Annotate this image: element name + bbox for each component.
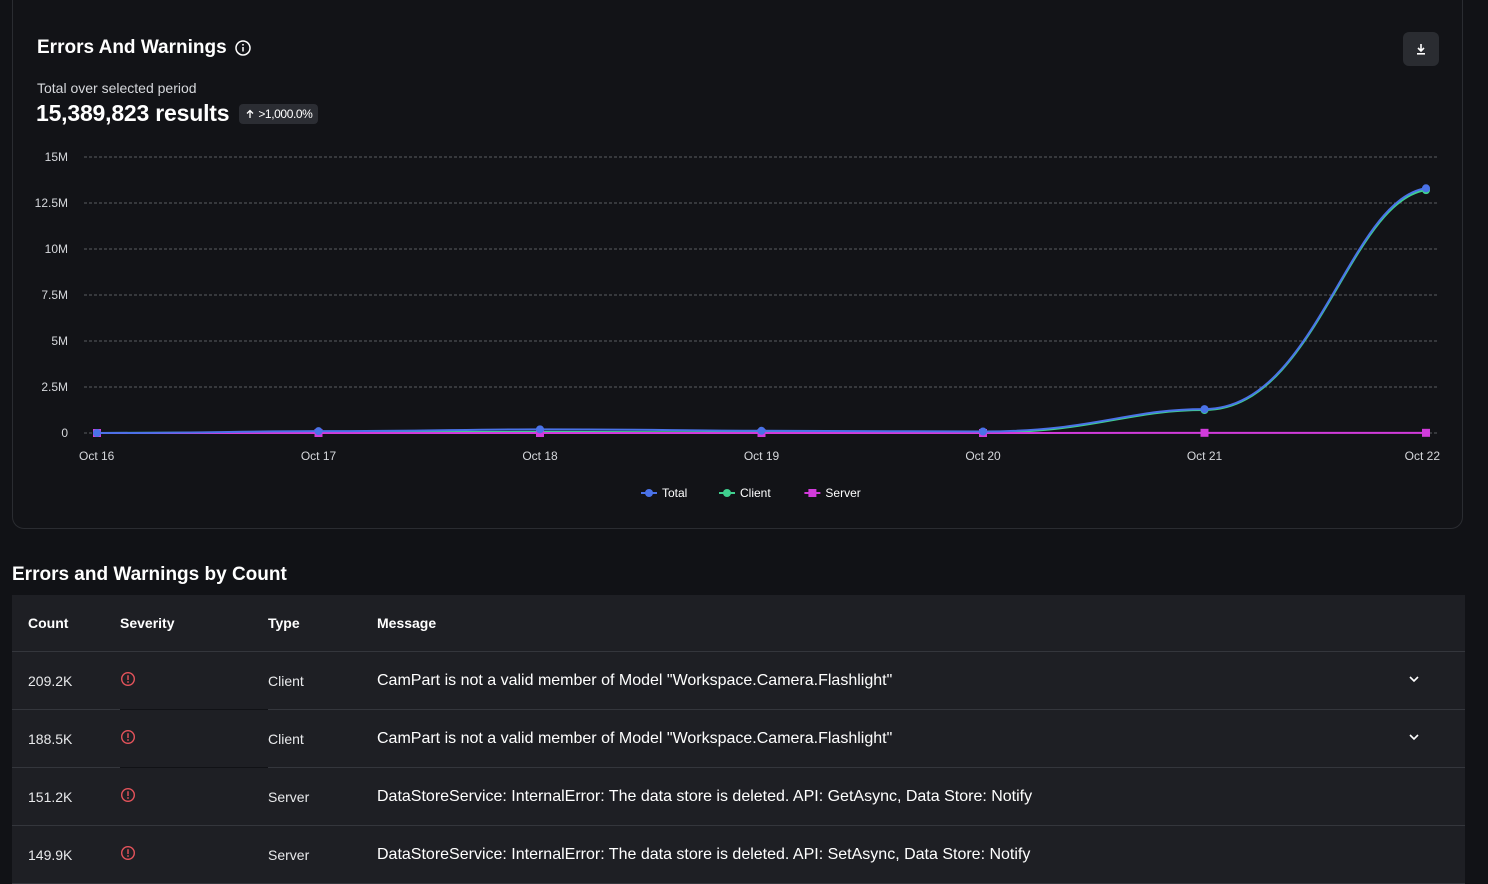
row-count: 151.2K	[12, 789, 120, 805]
row-message: DataStoreService: InternalError: The dat…	[377, 846, 1465, 864]
legend-label-client: Client	[740, 486, 771, 500]
header-count[interactable]: Count	[12, 615, 120, 631]
error-icon	[120, 845, 136, 861]
row-severity	[120, 849, 268, 861]
table-row[interactable]: 209.2K ClientCamPart is not a valid membe…	[12, 652, 1465, 710]
row-severity	[120, 791, 268, 803]
legend-marker-client	[723, 489, 731, 497]
table-section-title: Errors and Warnings by Count	[12, 564, 287, 586]
header-type[interactable]: Type	[268, 615, 377, 631]
y-tick-label: 12.5M	[35, 196, 68, 210]
data-point-total	[758, 427, 766, 435]
data-point-total	[1201, 405, 1209, 413]
x-tick-label: Oct 22	[1405, 449, 1441, 463]
errors-table: Count Severity Type Message 209.2K Client…	[12, 595, 1465, 884]
row-message: CamPart is not a valid member of Model "…	[377, 730, 1465, 748]
legend-marker-server	[808, 489, 816, 497]
legend-marker-total	[645, 489, 653, 497]
row-type: Client	[268, 731, 377, 747]
y-tick-label: 2.5M	[41, 380, 68, 394]
header-severity[interactable]: Severity	[120, 615, 268, 631]
chevron-down-icon[interactable]	[1407, 730, 1421, 744]
row-type: Client	[268, 673, 377, 689]
data-point-server	[1422, 429, 1430, 437]
line-chart: 0 2.5M 5M 7.5M 10M 12.5M 15M Oct 16 Oct 17 Oct 18…	[0, 0, 1488, 520]
legend-label-total: Total	[662, 486, 687, 500]
data-point-total	[315, 427, 323, 435]
x-tick-label: Oct 18	[522, 449, 558, 463]
row-type: Server	[268, 847, 377, 863]
legend-label-server: Server	[825, 486, 860, 500]
row-severity	[120, 733, 268, 745]
header-message[interactable]: Message	[377, 615, 1465, 631]
row-count: 188.5K	[12, 731, 120, 747]
x-tick-label: Oct 17	[301, 449, 337, 463]
y-tick-label: 5M	[51, 334, 68, 348]
row-severity	[120, 675, 268, 687]
error-icon	[120, 787, 136, 803]
data-point-total	[93, 429, 101, 437]
table-row[interactable]: 188.5K ClientCamPart is not a valid membe…	[12, 710, 1465, 768]
data-point-total	[536, 425, 544, 433]
y-tick-label: 7.5M	[41, 288, 68, 302]
row-count: 209.2K	[12, 673, 120, 689]
x-tick-label: Oct 16	[79, 449, 115, 463]
y-tick-label: 0	[61, 426, 68, 440]
y-tick-label: 15M	[45, 150, 68, 164]
row-count: 149.9K	[12, 847, 120, 863]
table-row: 151.2K ServerDataStoreService: InternalEr…	[12, 768, 1465, 826]
error-icon	[120, 671, 136, 687]
error-icon	[120, 729, 136, 745]
data-point-total	[1422, 184, 1430, 192]
series-line-total	[97, 188, 1426, 433]
x-tick-label: Oct 21	[1187, 449, 1223, 463]
table-row: 149.9K ServerDataStoreService: InternalEr…	[12, 826, 1465, 884]
chevron-down-icon[interactable]	[1407, 672, 1421, 686]
series-line-client	[97, 190, 1426, 433]
row-message: CamPart is not a valid member of Model "…	[377, 672, 1465, 690]
y-tick-label: 10M	[45, 242, 68, 256]
data-point-server	[1201, 429, 1209, 437]
table-body: 209.2KClientCamPart is not a valid membe…	[12, 652, 1465, 884]
row-type: Server	[268, 789, 377, 805]
table-header-row: Count Severity Type Message	[12, 595, 1465, 652]
row-message: DataStoreService: InternalError: The dat…	[377, 788, 1465, 806]
x-tick-label: Oct 19	[744, 449, 780, 463]
data-point-total	[979, 428, 987, 436]
x-tick-label: Oct 20	[965, 449, 1001, 463]
